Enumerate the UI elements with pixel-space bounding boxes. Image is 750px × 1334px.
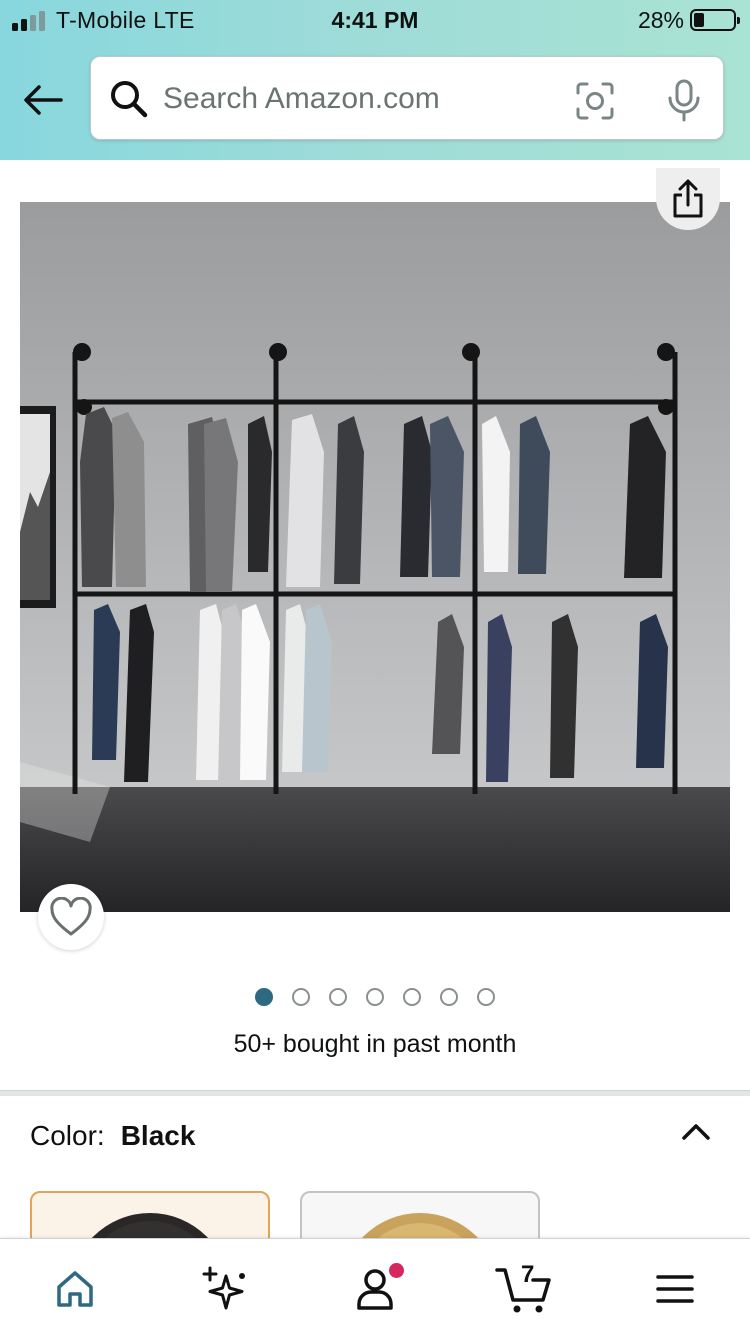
home-icon xyxy=(57,1271,93,1307)
color-label: Color: xyxy=(30,1120,105,1151)
section-divider xyxy=(0,1090,750,1096)
battery-percent: 28% xyxy=(637,7,684,33)
hamburger-menu-icon xyxy=(656,1275,694,1303)
battery-icon xyxy=(690,9,740,31)
back-button[interactable] xyxy=(20,78,66,122)
chevron-up-icon xyxy=(682,1124,710,1140)
cart-count: 7 xyxy=(521,1261,535,1288)
wishlist-button[interactable] xyxy=(38,884,104,950)
arrow-left-icon xyxy=(24,85,63,115)
nav-rufus-ai[interactable] xyxy=(194,1261,254,1317)
color-selected-value: Black xyxy=(120,1120,196,1151)
collapse-color-button[interactable] xyxy=(676,1112,716,1152)
carousel-dot-6[interactable] xyxy=(440,988,458,1006)
carousel-dot-4[interactable] xyxy=(366,988,384,1006)
nav-home[interactable] xyxy=(45,1261,105,1317)
search-input[interactable] xyxy=(163,69,543,129)
carousel-dot-7[interactable] xyxy=(477,988,495,1006)
microphone-icon[interactable] xyxy=(665,79,703,123)
share-icon xyxy=(673,179,703,218)
carousel-dot-1[interactable] xyxy=(255,988,273,1006)
search-bar[interactable] xyxy=(90,56,724,140)
product-page: T-Mobile LTE 4:41 PM 28% Search Amazon.c… xyxy=(0,0,750,1334)
heart-icon xyxy=(50,897,92,936)
clothing-rack-photo xyxy=(20,202,730,912)
nav-cart[interactable]: 7 xyxy=(494,1261,554,1317)
color-selector-header: Color: Black xyxy=(30,1120,195,1152)
carousel-dot-2[interactable] xyxy=(292,988,310,1006)
carousel-dot-3[interactable] xyxy=(329,988,347,1006)
bought-in-past-month-label: 50+ bought in past month xyxy=(233,1030,517,1058)
nav-account[interactable] xyxy=(345,1261,405,1317)
notification-badge xyxy=(389,1263,404,1278)
status-bar: T-Mobile LTE 4:41 PM 28% xyxy=(0,0,750,42)
share-button[interactable] xyxy=(656,168,720,230)
carousel-dot-5[interactable] xyxy=(403,988,421,1006)
product-image[interactable] xyxy=(20,202,730,912)
camera-scan-icon[interactable] xyxy=(575,81,615,121)
search-icon xyxy=(111,81,148,118)
bottom-navigation: 7 xyxy=(0,1238,750,1334)
image-carousel-indicator xyxy=(0,988,750,1008)
sparkles-icon xyxy=(202,1266,245,1310)
nav-menu[interactable] xyxy=(645,1261,705,1317)
header: T-Mobile LTE 4:41 PM 28% xyxy=(0,0,750,160)
